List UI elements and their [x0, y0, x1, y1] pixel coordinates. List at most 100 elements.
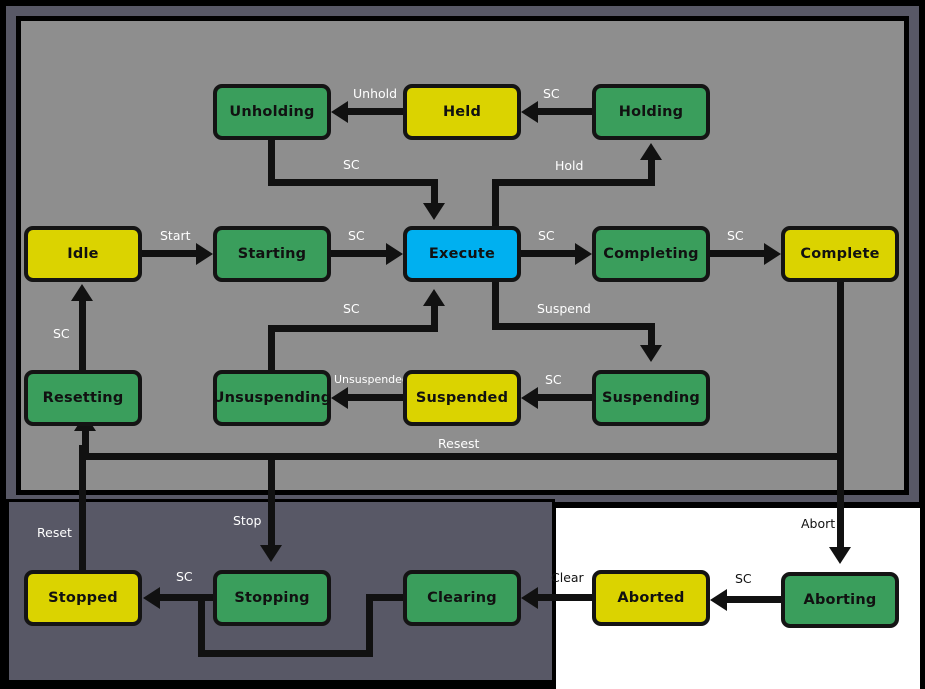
- state-unsuspending-label: Unsuspending: [212, 389, 332, 406]
- edge-aborting-to-aborted-arrowhead: [710, 589, 727, 611]
- state-completing[interactable]: Completing: [592, 226, 710, 282]
- edge-unsuspending-to-execute-arrowhead: [423, 289, 445, 306]
- edge-label-sc-holding-held: SC: [543, 86, 560, 101]
- edge-completing-to-complete-arrowhead: [764, 243, 781, 265]
- edge-completing-to-complete: [710, 250, 764, 257]
- state-holding-label: Holding: [618, 103, 684, 120]
- edge-label-sc-aborting-aborted: SC: [735, 571, 752, 586]
- state-starting[interactable]: Starting: [213, 226, 331, 282]
- edge-held-to-unholding-arrowhead: [331, 101, 348, 123]
- state-holding[interactable]: Holding: [592, 84, 710, 140]
- edge-suspended-to-unsuspending-arrowhead: [331, 387, 348, 409]
- edge-aborted-to-clearing: [538, 594, 592, 601]
- state-complete[interactable]: Complete: [781, 226, 899, 282]
- state-completing-label: Completing: [603, 245, 699, 262]
- edge-unholding-to-execute-arrowhead: [423, 203, 445, 220]
- edge-clearing-loop-seg3: [198, 650, 373, 657]
- state-suspending-label: Suspending: [602, 389, 700, 406]
- edge-label-start: Start: [160, 228, 191, 243]
- edge-resetting-to-idle-arrowhead: [71, 284, 93, 301]
- edge-stopping-to-stopped: [160, 594, 213, 601]
- edge-label-sc-stopping-stopped: SC: [176, 569, 193, 584]
- edge-abort-arrowhead: [829, 547, 851, 564]
- edge-starting-to-execute-arrowhead: [386, 243, 403, 265]
- state-clearing[interactable]: Clearing: [403, 570, 521, 626]
- edge-execute-to-completing-arrowhead: [575, 243, 592, 265]
- edge-label-unhold: Unhold: [353, 86, 398, 101]
- edge-execute-to-holding-seg3: [648, 160, 655, 183]
- state-suspending[interactable]: Suspending: [592, 370, 710, 426]
- edge-execute-to-holding-arrowhead: [640, 143, 662, 160]
- edge-suspending-to-suspended: [538, 394, 592, 401]
- edge-execute-to-suspending-arrowhead: [640, 345, 662, 362]
- state-execute-label: Execute: [428, 245, 496, 262]
- state-idle-label: Idle: [67, 245, 99, 262]
- state-stopping-label: Stopping: [234, 589, 310, 606]
- edge-complete-to-resetting-seg1: [837, 282, 844, 460]
- state-resetting-label: Resetting: [42, 389, 124, 406]
- state-unsuspending[interactable]: Unsuspending: [213, 370, 331, 426]
- edge-abort-seg1: [837, 459, 844, 549]
- edge-starting-to-execute: [331, 250, 386, 257]
- edge-label-suspend: Suspend: [537, 301, 591, 316]
- edge-unsuspending-to-execute-seg2: [268, 325, 438, 332]
- edge-label-resest: Resest: [438, 436, 480, 451]
- edge-clearing-loop-seg2: [366, 594, 373, 657]
- state-stopped-label: Stopped: [48, 589, 118, 606]
- edge-label-unsuspended: Unsuspended: [334, 373, 409, 386]
- state-resetting[interactable]: Resetting: [24, 370, 142, 426]
- state-stopping[interactable]: Stopping: [213, 570, 331, 626]
- edge-suspended-to-unsuspending: [348, 394, 403, 401]
- edge-holding-to-held-arrowhead: [521, 101, 538, 123]
- state-suspended-label: Suspended: [415, 389, 509, 406]
- state-execute[interactable]: Execute: [403, 226, 521, 282]
- edge-label-sc-starting-execute: SC: [348, 228, 365, 243]
- edge-complete-to-resetting-seg2: [82, 453, 844, 460]
- edge-label-sc-execute-completing: SC: [538, 228, 555, 243]
- edge-execute-to-suspending-seg3: [648, 323, 655, 347]
- edge-label-abort: Abort: [801, 516, 836, 531]
- edge-label-sc-completing-complete: SC: [727, 228, 744, 243]
- state-idle[interactable]: Idle: [24, 226, 142, 282]
- edge-label-clear: Clear: [551, 570, 584, 585]
- state-aborted[interactable]: Aborted: [592, 570, 710, 626]
- edge-unholding-to-execute-seg3: [431, 179, 438, 205]
- edge-stopping-to-stopped-arrowhead: [143, 587, 160, 609]
- edge-stop-seg1: [268, 459, 275, 547]
- edge-label-sc-unholding-execute: SC: [343, 157, 360, 172]
- state-clearing-label: Clearing: [427, 589, 497, 606]
- edge-holding-to-held: [538, 108, 592, 115]
- edge-clearing-loop-seg4: [198, 594, 205, 654]
- edge-unsuspending-to-execute-seg3: [431, 306, 438, 329]
- state-diagram-canvas: Unholding Held Holding Unhold SC Idle St…: [0, 0, 925, 689]
- edge-execute-to-holding-seg1: [492, 179, 499, 227]
- edge-idle-to-starting: [142, 250, 196, 257]
- state-aborting[interactable]: Aborting: [781, 572, 899, 628]
- state-stopped[interactable]: Stopped: [24, 570, 142, 626]
- state-aborting-label: Aborting: [803, 591, 877, 608]
- edge-suspending-to-suspended-arrowhead: [521, 387, 538, 409]
- state-held-label: Held: [442, 103, 482, 120]
- state-suspended[interactable]: Suspended: [403, 370, 521, 426]
- edge-label-hold: Hold: [555, 158, 584, 173]
- edge-label-stop: Stop: [233, 513, 262, 528]
- edge-resetting-to-idle: [79, 300, 86, 370]
- state-unholding-label: Unholding: [229, 103, 315, 120]
- edge-execute-to-holding-seg2: [492, 179, 655, 186]
- edge-execute-to-suspending-seg2: [492, 323, 655, 330]
- edge-aborted-to-clearing-arrowhead: [521, 587, 538, 609]
- edge-label-sc-unsuspending-execute: SC: [343, 301, 360, 316]
- state-complete-label: Complete: [800, 245, 880, 262]
- edge-held-to-unholding: [348, 108, 403, 115]
- edge-label-reset: Reset: [37, 525, 72, 540]
- edge-stop-arrowhead: [260, 545, 282, 562]
- edge-unholding-to-execute-seg2: [268, 179, 438, 186]
- state-aborted-label: Aborted: [617, 589, 685, 606]
- edge-idle-to-starting-arrowhead: [196, 243, 213, 265]
- edge-stopped-to-resetting: [79, 445, 86, 570]
- state-held[interactable]: Held: [403, 84, 521, 140]
- state-starting-label: Starting: [237, 245, 307, 262]
- edge-label-sc-suspending-suspended: SC: [545, 372, 562, 387]
- edge-aborting-to-aborted: [727, 596, 781, 603]
- state-unholding[interactable]: Unholding: [213, 84, 331, 140]
